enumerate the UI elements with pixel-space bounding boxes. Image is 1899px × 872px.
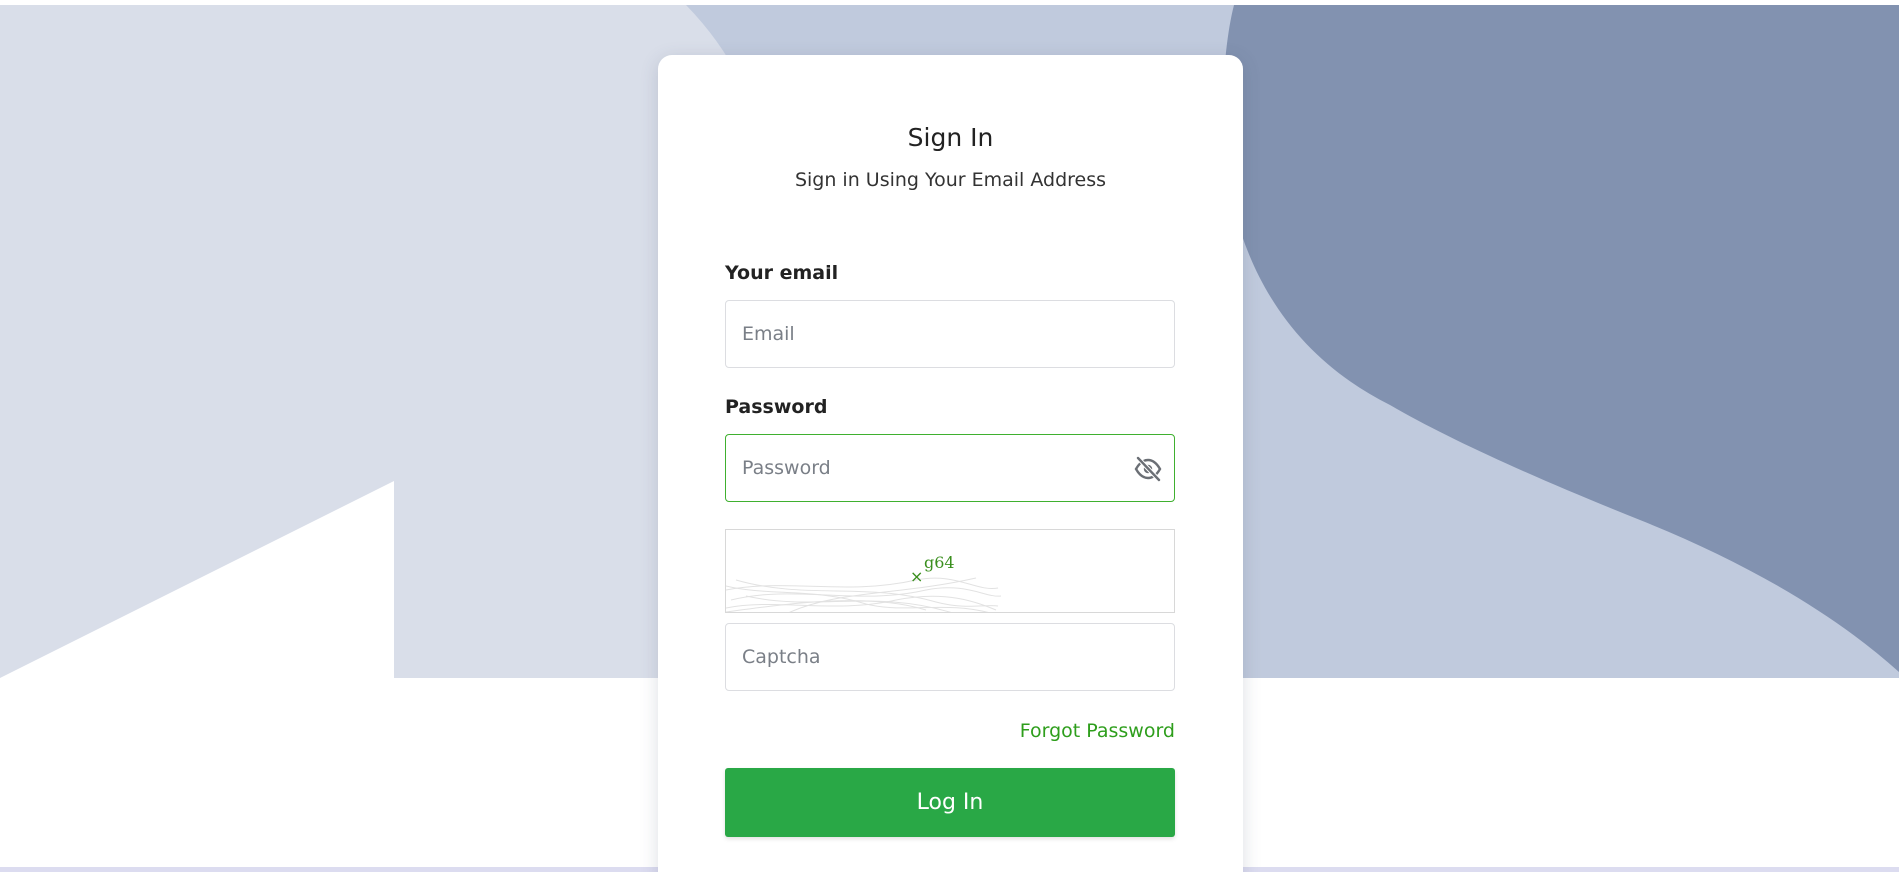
page-subtitle: Sign in Using Your Email Address [794, 169, 1107, 191]
captcha-image: g64 × [725, 529, 1175, 613]
password-field-wrapper [725, 434, 1175, 502]
eye-slash-icon[interactable] [1134, 456, 1162, 482]
login-button[interactable]: Log In [725, 768, 1175, 837]
email-label: Your email [725, 262, 839, 284]
captcha-input[interactable] [726, 624, 1174, 690]
captcha-field-wrapper [725, 623, 1175, 691]
password-label: Password [725, 396, 828, 418]
email-input[interactable] [726, 301, 1174, 367]
password-input[interactable] [726, 435, 1174, 501]
page-title: Sign In [907, 123, 994, 152]
email-field-wrapper [725, 300, 1175, 368]
captcha-noise-mark: × [910, 567, 923, 586]
login-card: Sign In Sign in Using Your Email Address… [658, 55, 1243, 872]
login-page: Sign In Sign in Using Your Email Address… [0, 0, 1899, 872]
captcha-text: g64 [924, 553, 955, 572]
forgot-password-link[interactable]: Forgot Password [1020, 720, 1175, 742]
